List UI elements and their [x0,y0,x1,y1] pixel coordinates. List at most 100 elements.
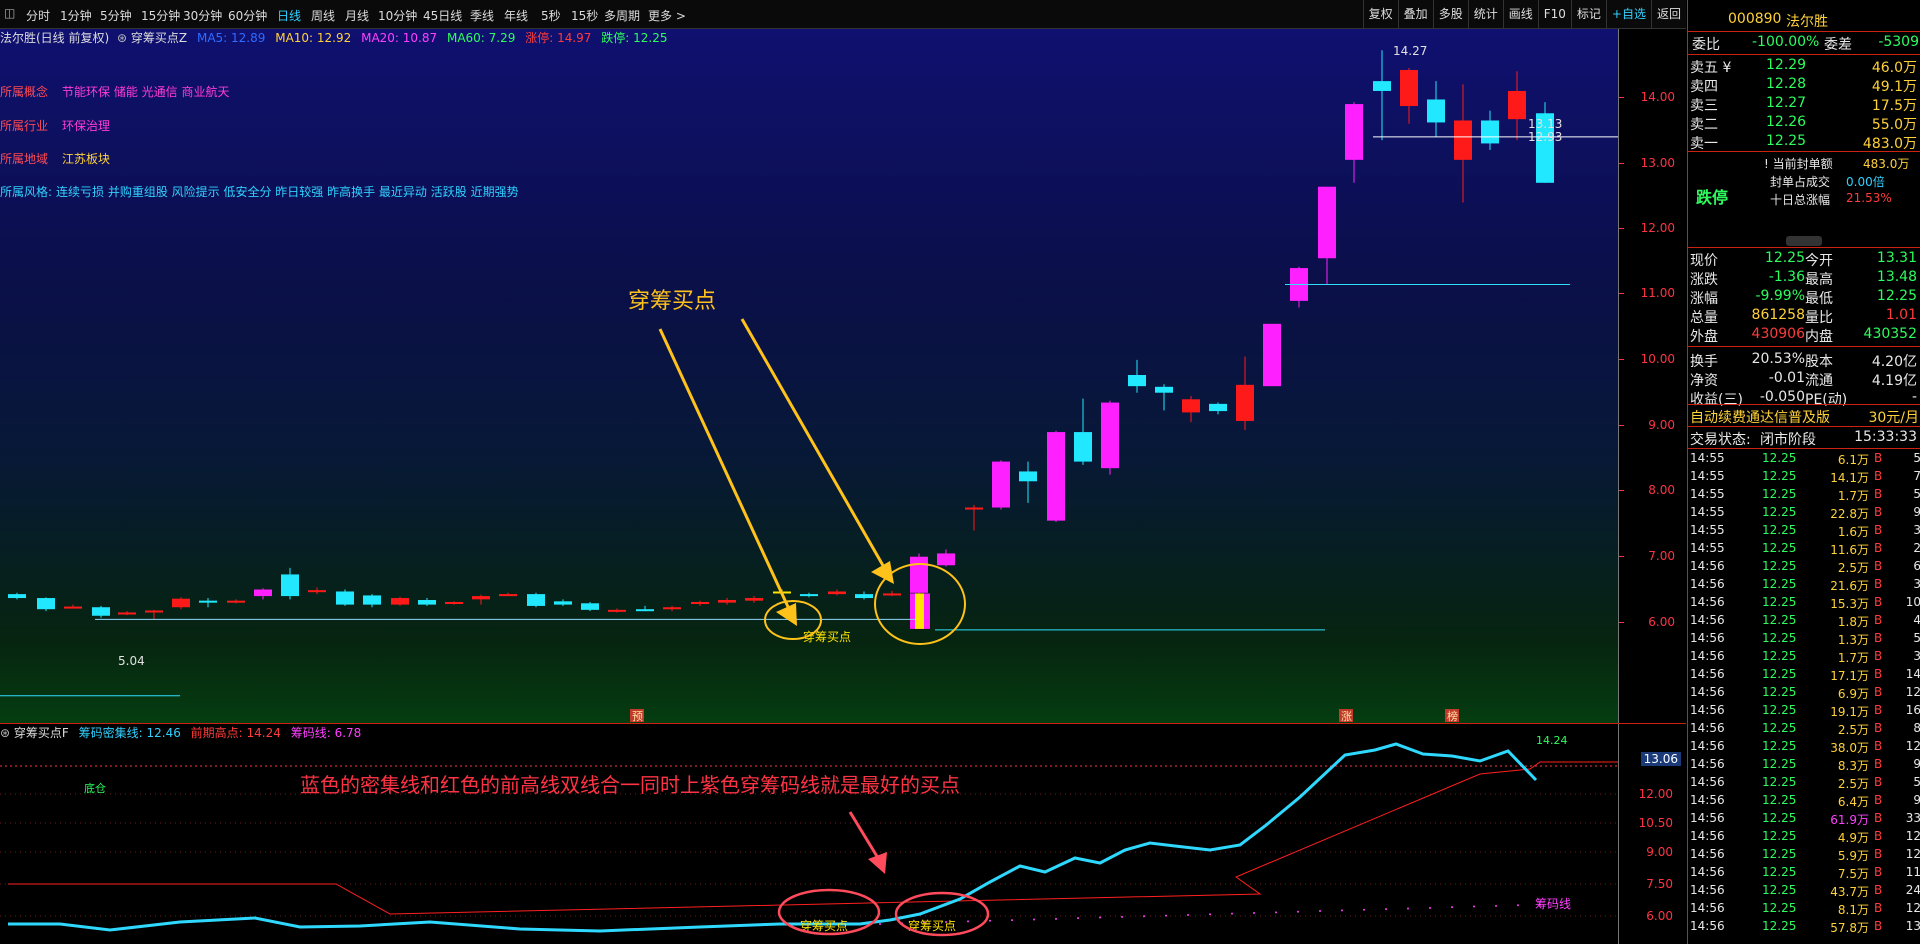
candle-body[interactable] [1400,69,1418,107]
period-tab[interactable]: 1分钟 [60,7,92,24]
chip-dot [1231,912,1233,915]
period-tab[interactable]: 更多 > [648,7,686,24]
candle-body[interactable] [172,598,190,608]
candle-body[interactable] [745,598,763,601]
candle-body[interactable] [883,593,901,596]
candle-body[interactable] [1128,375,1146,387]
candle-body[interactable] [254,589,272,597]
kline-chart[interactable]: 穿筹买点 穿筹买点 14.27 5.04 13.13 12.93 预涨榜 [0,29,1637,723]
period-tab[interactable]: 月线 [345,7,369,24]
period-tab[interactable]: 年线 [504,7,528,24]
period-tab[interactable]: 周线 [311,7,335,24]
candle-body[interactable] [554,601,572,605]
candle-body[interactable] [910,556,928,593]
candle-body[interactable] [992,461,1010,508]
fee-value[interactable]: 30元/月 [1868,407,1919,427]
candle-body[interactable] [663,607,681,610]
period-tab[interactable]: 季线 [470,7,494,24]
info-value[interactable]: 环保治理 [62,119,110,133]
candle-body[interactable] [472,596,490,600]
candle-body[interactable] [1074,432,1092,462]
candle-body[interactable] [363,595,381,605]
indicator-pane-name[interactable]: 穿筹买点F [14,726,69,740]
candle-body[interactable] [1481,120,1499,144]
info-value[interactable]: 江苏板块 [62,152,110,166]
candle-body[interactable] [527,594,545,606]
tick-volume: 8.1万 [1837,903,1869,917]
tick-direction: B [1874,577,1883,591]
candle-body[interactable] [499,594,517,597]
period-tab[interactable]: 60分钟 [228,7,267,24]
period-tab[interactable]: 15分钟 [141,7,180,24]
toolbar-button[interactable]: 统计 [1467,0,1503,28]
info-value[interactable]: 连续亏损 并购重组股 风险提示 低安全分 昨日较强 昨高换手 最近异动 活跃股 … [56,185,519,199]
menu-icon[interactable]: ◫ [4,6,15,20]
period-tab[interactable]: 日线 [277,7,301,24]
candle-body[interactable] [281,574,299,597]
candle-body[interactable] [691,601,709,604]
toolbar-button[interactable]: 返回 [1650,0,1686,28]
candle-body[interactable] [1182,399,1200,413]
candle-body[interactable] [145,610,163,613]
candle-body[interactable] [937,553,955,566]
collapse-handle[interactable] [1786,236,1822,246]
candle-body[interactable] [1263,323,1281,387]
toolbar-button[interactable]: 叠加 [1397,0,1433,28]
toolbar-button[interactable]: +自选 [1605,0,1651,28]
period-tab[interactable]: 30分钟 [183,7,222,24]
toolbar-button[interactable]: 复权 [1362,0,1398,28]
indicator-pane[interactable]: 蓝色的密集线和红色的前高线双线合一同时上紫色穿筹码线就是最好的买点 底仓 穿筹买点穿… [0,724,1637,944]
toolbar-button[interactable]: 多股 [1432,0,1468,28]
candle-body[interactable] [118,612,136,615]
candle-body[interactable] [336,591,354,605]
indicator-name[interactable]: 穿筹买点Z [131,31,187,45]
candle-body[interactable] [1454,120,1472,160]
period-tab[interactable]: 10分钟 [378,7,417,24]
candle-body[interactable] [965,507,983,510]
period-tab[interactable]: 5分钟 [100,7,132,24]
candle-body[interactable] [800,594,818,597]
indicator-toggle-icon[interactable]: ⊛ [117,31,127,45]
info-value[interactable]: 节能环保 储能 光通信 商业航天 [62,85,229,99]
period-tab[interactable]: 15秒 [571,7,598,24]
candle-body[interactable] [1047,432,1065,521]
candle-body[interactable] [1101,402,1119,469]
candle-body[interactable] [391,598,409,605]
candle-body[interactable] [308,590,326,593]
fee-label[interactable]: 自动续费通达信普及版 [1690,407,1830,427]
candle-body[interactable] [828,591,846,595]
period-tab[interactable]: 分时 [26,7,50,24]
candle-body[interactable] [636,609,654,612]
candle-body[interactable] [1209,403,1227,412]
candle-body[interactable] [37,598,55,610]
toolbar-button[interactable]: F10 [1537,0,1571,28]
toolbar-button[interactable]: 标记 [1570,0,1606,28]
candle-body[interactable] [445,601,463,604]
stock-name[interactable]: 法尔胜 [1786,11,1828,31]
candle-body[interactable] [199,600,217,603]
candle-body[interactable] [608,609,626,612]
period-tab[interactable]: 多周期 [604,7,640,24]
candle-body[interactable] [1373,81,1391,91]
candle-body[interactable] [855,594,873,599]
candle-body[interactable] [1236,384,1254,421]
indicator-toggle-icon[interactable]: ⊛ [0,726,10,740]
candle-body[interactable] [227,600,245,603]
candle-body[interactable] [1155,386,1173,393]
chart-tools-bar: 复权 叠加 多股 统计 画线 F10 标记 +自选 返回 [1362,0,1686,28]
period-tab[interactable]: 45日线 [423,7,462,24]
candle-body[interactable] [1318,186,1336,259]
period-tab[interactable]: 5秒 [541,7,561,24]
toolbar-button[interactable]: 画线 [1502,0,1538,28]
candle-body[interactable] [8,594,26,599]
candle-body[interactable] [92,607,110,616]
candle-body[interactable] [1427,99,1445,123]
candle-body[interactable] [581,603,599,610]
candle-body[interactable] [718,600,736,603]
stock-code[interactable]: 000890 [1728,11,1781,27]
candle-body[interactable] [1345,104,1363,160]
candle-body[interactable] [418,600,436,605]
candle-body[interactable] [64,606,82,609]
candle-body[interactable] [1019,471,1037,482]
candle-body[interactable] [1508,90,1526,120]
